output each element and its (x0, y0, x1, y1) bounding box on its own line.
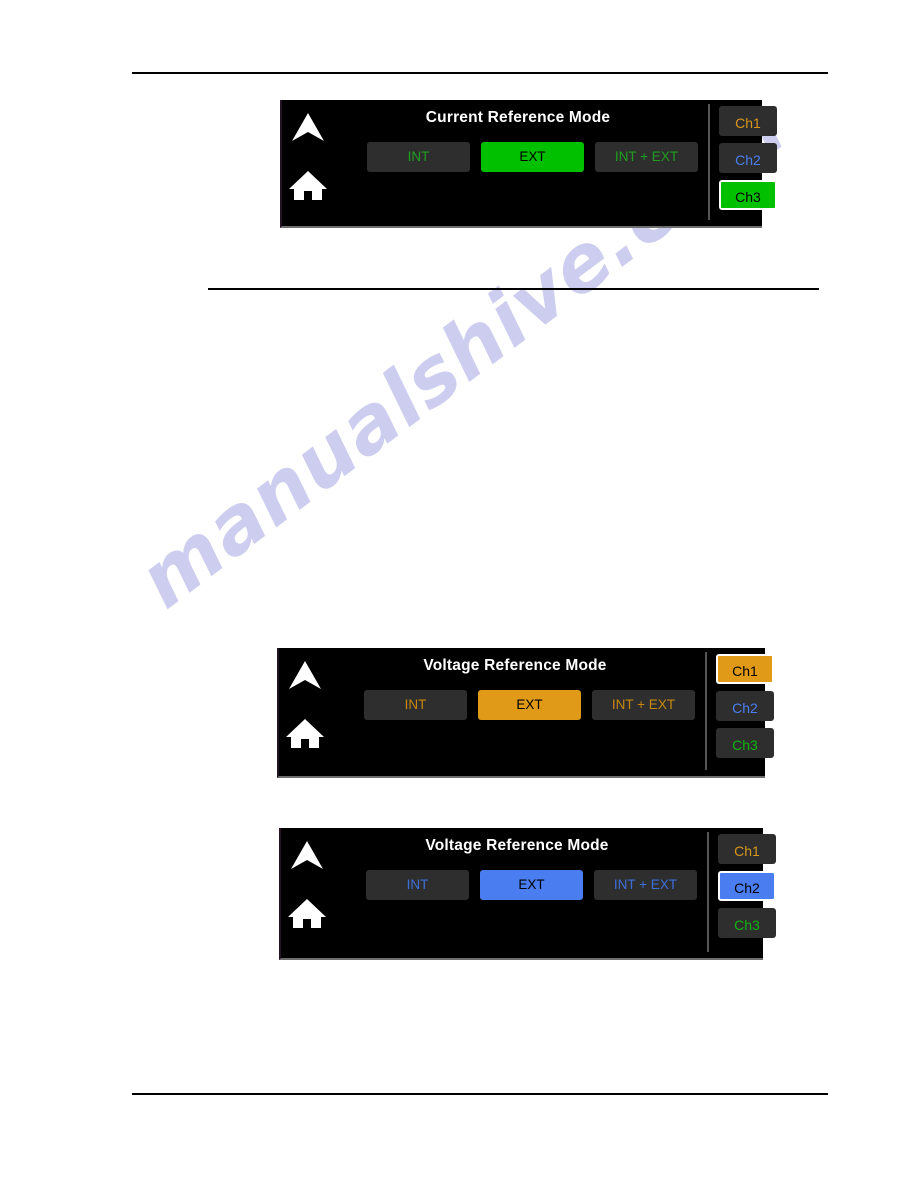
up-arrow-icon[interactable] (288, 108, 328, 148)
page-title: Voltage Reference Mode (423, 657, 607, 674)
channel-button-ch2[interactable]: Ch2 (719, 143, 777, 173)
device-panel-voltage-reference-mode-ch2: Voltage Reference Mode INT EXT INT + EXT… (279, 828, 776, 960)
middle-rule (208, 288, 819, 290)
channel-button-ch3[interactable]: Ch3 (716, 728, 774, 758)
channel-button-ch2[interactable]: Ch2 (718, 871, 776, 901)
channel-button-ch1[interactable]: Ch1 (718, 834, 776, 864)
mode-button-int-ext[interactable]: INT + EXT (595, 142, 698, 172)
home-icon[interactable] (288, 165, 328, 205)
channel-button-ch2[interactable]: Ch2 (716, 691, 774, 721)
device-panel-voltage-reference-mode-ch1: Voltage Reference Mode INT EXT INT + EXT… (277, 648, 774, 778)
mode-button-group: INT EXT INT + EXT (331, 690, 705, 720)
nav-rail (282, 100, 334, 226)
mode-button-int[interactable]: INT (364, 690, 467, 720)
mode-button-int-ext[interactable]: INT + EXT (594, 870, 697, 900)
panel-content: Voltage Reference Mode INT EXT INT + EXT (331, 648, 705, 776)
channel-selector: Ch1 Ch2 Ch3 (707, 648, 783, 776)
mode-button-group: INT EXT INT + EXT (333, 870, 707, 900)
page-title: Current Reference Mode (425, 109, 611, 126)
channel-button-ch3[interactable]: Ch3 (718, 908, 776, 938)
home-icon[interactable] (287, 893, 327, 933)
mode-button-ext[interactable]: EXT (481, 142, 584, 172)
channel-button-ch1[interactable]: Ch1 (719, 106, 777, 136)
mode-button-int[interactable]: INT (367, 142, 470, 172)
mode-button-int-ext[interactable]: INT + EXT (592, 690, 695, 720)
channel-selector: Ch1 Ch2 Ch3 (710, 100, 786, 226)
panel-content: Current Reference Mode INT EXT INT + EXT (334, 100, 708, 226)
top-rule (132, 72, 828, 74)
home-icon[interactable] (285, 713, 325, 753)
mode-button-ext[interactable]: EXT (480, 870, 583, 900)
panel-content: Voltage Reference Mode INT EXT INT + EXT (333, 828, 707, 958)
mode-button-group: INT EXT INT + EXT (334, 142, 708, 172)
mode-button-ext[interactable]: EXT (478, 690, 581, 720)
nav-rail (281, 828, 333, 958)
channel-button-ch1[interactable]: Ch1 (716, 654, 774, 684)
bottom-rule (132, 1093, 828, 1095)
nav-rail (279, 648, 331, 776)
channel-button-ch3[interactable]: Ch3 (719, 180, 777, 210)
mode-button-int[interactable]: INT (366, 870, 469, 900)
device-panel-current-reference-mode: Current Reference Mode INT EXT INT + EXT… (280, 100, 777, 228)
channel-selector: Ch1 Ch2 Ch3 (709, 828, 785, 958)
up-arrow-icon[interactable] (287, 836, 327, 876)
page-title: Voltage Reference Mode (425, 837, 609, 854)
up-arrow-icon[interactable] (285, 656, 325, 696)
